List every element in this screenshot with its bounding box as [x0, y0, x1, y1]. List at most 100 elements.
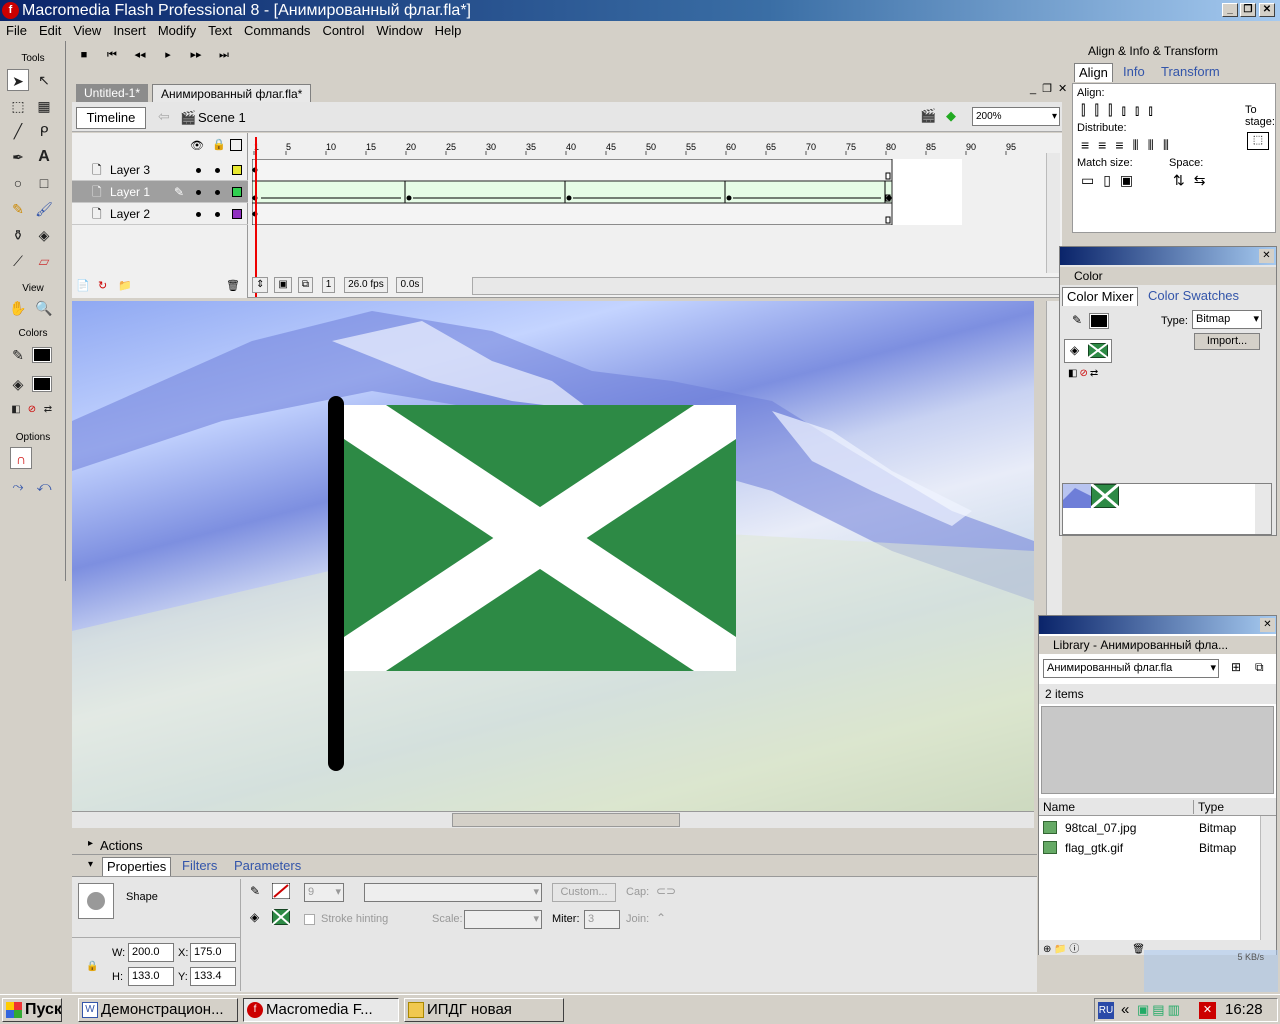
- pin-icon[interactable]: ⊞: [1231, 660, 1241, 674]
- menu-edit[interactable]: Edit: [33, 21, 67, 41]
- actions-panel-bar[interactable]: ▸ Actions: [72, 836, 1037, 855]
- pen-tool-icon[interactable]: ✒: [7, 146, 29, 168]
- play-button[interactable]: ▸: [154, 41, 182, 69]
- tray-expand-icon[interactable]: «: [1121, 999, 1129, 1021]
- restore-button[interactable]: ❐: [1240, 3, 1256, 17]
- step-back-button[interactable]: ◂◂: [126, 41, 154, 69]
- height-field[interactable]: 133.0: [128, 967, 174, 986]
- frame-grid[interactable]: [252, 159, 962, 225]
- tab-color-swatches[interactable]: Color Swatches: [1148, 287, 1239, 305]
- width-field[interactable]: 200.0: [128, 943, 174, 962]
- join-icon[interactable]: ⌃: [656, 911, 666, 925]
- flag-shape[interactable]: [344, 405, 736, 671]
- layer-outline-color[interactable]: [232, 209, 242, 219]
- stage-hscroll-thumb[interactable]: [452, 813, 680, 827]
- tab-untitled-1[interactable]: Untitled-1*: [76, 84, 149, 103]
- scale-select[interactable]: ▾: [464, 910, 542, 929]
- go-to-end-button[interactable]: ⏭: [210, 41, 238, 69]
- menu-window[interactable]: Window: [370, 21, 428, 41]
- cap-icon[interactable]: ⊂⊃: [656, 884, 676, 898]
- distribute-buttons-icon[interactable]: ≡≡≡⦀⦀⦀: [1081, 137, 1178, 154]
- tray-icons[interactable]: ▣▤▥: [1137, 999, 1183, 1021]
- task-word-document[interactable]: W Демонстрацион...: [78, 998, 238, 1022]
- delete-layer-icon[interactable]: 🗑: [226, 279, 240, 292]
- new-library-icon[interactable]: ⧉: [1255, 660, 1264, 675]
- stroke-hinting-checkbox[interactable]: [304, 914, 315, 925]
- smooth-icon[interactable]: ⤳: [7, 475, 29, 497]
- custom-stroke-button[interactable]: Custom...: [552, 883, 616, 902]
- bitmap-thumb-mountain[interactable]: [1063, 484, 1091, 508]
- gradient-transform-tool-icon[interactable]: ▦: [33, 95, 55, 117]
- fill-bitmap-swatch[interactable]: [272, 909, 290, 925]
- layer-toggle-dot[interactable]: [196, 190, 201, 195]
- stroke-size-field[interactable]: 9 ▾: [304, 883, 344, 902]
- import-button[interactable]: Import...: [1194, 333, 1260, 350]
- language-indicator[interactable]: RU: [1098, 1002, 1114, 1019]
- tab-filters[interactable]: Filters: [182, 857, 217, 875]
- keyframe[interactable]: [886, 195, 892, 201]
- type-select[interactable]: Bitmap ▾: [1192, 310, 1262, 329]
- layer-outline-color[interactable]: [232, 165, 242, 175]
- library-vscroll[interactable]: [1260, 816, 1276, 940]
- color-panel-titlebar[interactable]: [1060, 247, 1276, 265]
- keyframe[interactable]: [726, 195, 732, 201]
- library-title[interactable]: Library - Анимированный фла...: [1039, 636, 1276, 654]
- stroke-none-swatch[interactable]: [272, 883, 290, 899]
- swatch-list-scrollbar[interactable]: [1255, 484, 1271, 534]
- minimize-button[interactable]: _: [1222, 3, 1238, 17]
- align-panel-title[interactable]: Align & Info & Transform: [1074, 42, 1274, 60]
- hand-tool-icon[interactable]: ✋: [7, 297, 29, 319]
- mixer-fill-bitmap-swatch[interactable]: [1088, 343, 1108, 358]
- layer-toggle-dot[interactable]: [196, 212, 201, 217]
- timeline-toggle-button[interactable]: Timeline: [76, 107, 146, 129]
- tab-transform[interactable]: Transform: [1161, 63, 1220, 81]
- menu-control[interactable]: Control: [316, 21, 370, 41]
- layer-row[interactable]: 🗋 Layer 2: [72, 203, 248, 225]
- document-window-controls[interactable]: _❐✕: [1030, 82, 1073, 95]
- task-folder[interactable]: ИПДГ новая: [404, 998, 564, 1022]
- color-panel-title[interactable]: Color: [1060, 267, 1276, 285]
- rewind-button[interactable]: ⏮: [98, 41, 126, 69]
- center-frame-icon[interactable]: ⇕: [252, 277, 269, 293]
- lock-icon[interactable]: 🔒: [212, 138, 226, 151]
- new-folder-icon[interactable]: 📁: [1054, 944, 1066, 955]
- eye-icon[interactable]: 👁: [190, 139, 204, 152]
- lasso-tool-icon[interactable]: ᑭ: [33, 120, 55, 142]
- flag-pole[interactable]: [328, 396, 344, 771]
- keyframe[interactable]: [406, 195, 412, 201]
- frame-rate[interactable]: 26.0 fps: [344, 277, 388, 293]
- text-tool-icon[interactable]: A: [33, 146, 55, 168]
- oval-tool-icon[interactable]: ○: [7, 172, 29, 194]
- stop-button[interactable]: ■: [70, 41, 98, 69]
- line-tool-icon[interactable]: ╱: [7, 120, 29, 142]
- menu-insert[interactable]: Insert: [107, 21, 152, 41]
- layer-toggle-dot[interactable]: [215, 168, 220, 173]
- match-size-buttons-icon[interactable]: ▭▯▣: [1081, 172, 1142, 189]
- selection-tool-icon[interactable]: ➤: [7, 69, 29, 91]
- frame-rows[interactable]: [252, 159, 962, 225]
- add-motion-guide-icon[interactable]: ↻: [98, 279, 107, 292]
- straighten-icon[interactable]: ⤺: [33, 475, 55, 497]
- tab-color-mixer[interactable]: Color Mixer: [1062, 287, 1139, 306]
- frame-span[interactable]: [252, 202, 893, 225]
- align-buttons-icon[interactable]: ⫿⫿⫿⫾⫾⫾: [1081, 102, 1162, 119]
- pencil-tool-icon[interactable]: ✎: [7, 198, 29, 220]
- eraser-tool-icon[interactable]: ▱: [33, 250, 55, 272]
- to-stage-button[interactable]: ⬚: [1247, 132, 1269, 150]
- library-delete-icon[interactable]: 🗑: [1132, 944, 1145, 955]
- edit-scene-icon[interactable]: 🎬: [920, 108, 936, 124]
- subselection-tool-icon[interactable]: ↖: [33, 69, 55, 91]
- keyframe[interactable]: [566, 195, 572, 201]
- library-item[interactable]: flag_gtk.gif Bitmap: [1039, 838, 1261, 858]
- back-arrow-icon[interactable]: ⇦: [158, 108, 170, 125]
- tab-properties[interactable]: Properties: [102, 857, 172, 876]
- add-folder-icon[interactable]: 📁: [118, 279, 132, 292]
- bitmap-thumb-flag[interactable]: [1091, 484, 1119, 508]
- stage[interactable]: [72, 301, 1034, 811]
- zoom-tool-icon[interactable]: 🔍: [33, 297, 55, 319]
- x-field[interactable]: 175.0: [190, 943, 236, 962]
- layer-toggle-dot[interactable]: [215, 190, 220, 195]
- rectangle-tool-icon[interactable]: □: [33, 172, 55, 194]
- tab-align[interactable]: Align: [1074, 63, 1113, 82]
- edit-symbol-icon[interactable]: ◆: [946, 108, 956, 124]
